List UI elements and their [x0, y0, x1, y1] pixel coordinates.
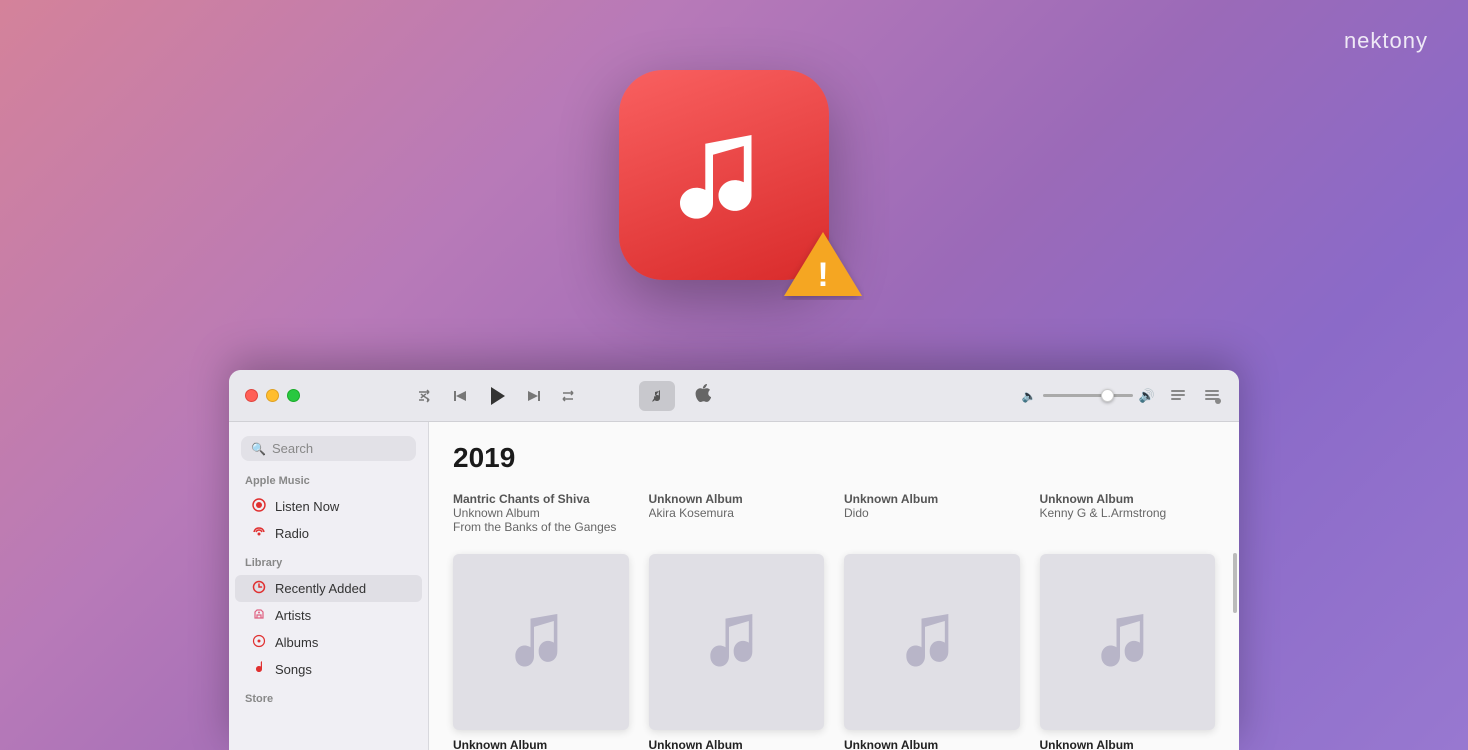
songs-label: Songs [275, 662, 312, 677]
partial-album-2[interactable]: Unknown Album Dido [844, 492, 1020, 534]
volume-thumb[interactable] [1101, 389, 1114, 402]
search-icon: 🔍 [251, 442, 266, 456]
title-bar: 🔈 🔊 [229, 370, 1239, 422]
album-0-title: Unknown Album [453, 738, 629, 750]
album-art-0 [453, 554, 629, 730]
albums-label: Albums [275, 635, 318, 650]
album-placeholder-icon-3 [1092, 607, 1162, 677]
artists-label: Artists [275, 608, 311, 623]
center-controls [639, 381, 719, 411]
apple-logo [695, 384, 711, 407]
album-art-1 [649, 554, 825, 730]
sidebar-item-radio[interactable]: Radio [235, 520, 422, 547]
partial-album-3-artist: Kenny G & L.Armstrong [1040, 506, 1216, 520]
previous-button[interactable] [450, 387, 470, 405]
music-tab-button[interactable] [639, 381, 675, 411]
scrollbar-thumb[interactable] [1233, 553, 1237, 613]
albums-icon [251, 634, 267, 651]
shuffle-button[interactable] [416, 387, 436, 405]
close-button[interactable] [245, 389, 258, 402]
warning-badge: ! [782, 228, 864, 305]
partial-album-1-title: Unknown Album [649, 492, 825, 506]
volume-max-icon: 🔊 [1139, 388, 1155, 404]
partial-albums-row: Mantric Chants of Shiva Unknown Album Fr… [453, 492, 1215, 534]
queue-button[interactable] [1201, 385, 1223, 407]
recently-added-label: Recently Added [275, 581, 366, 596]
radio-label: Radio [275, 526, 309, 541]
album-1-title: Unknown Album [649, 738, 825, 750]
search-bar[interactable]: 🔍 Search [241, 436, 416, 461]
partial-album-0-extra: From the Banks of the Ganges [453, 520, 629, 534]
app-icon-container: ! [619, 70, 849, 300]
volume-control: 🔈 🔊 [1022, 388, 1155, 404]
partial-album-1[interactable]: Unknown Album Akira Kosemura [649, 492, 825, 534]
partial-album-1-artist: Akira Kosemura [649, 506, 825, 520]
library-section-label: Library [229, 557, 428, 575]
partial-album-3-title: Unknown Album [1040, 492, 1216, 506]
store-section-label: Store [229, 693, 428, 711]
partial-album-0-subtitle: Mantric Chants of Shiva [453, 492, 629, 506]
nektony-watermark: nektony [1344, 28, 1428, 54]
volume-min-icon: 🔈 [1022, 389, 1037, 403]
main-content: 2019 Mantric Chants of Shiva Unknown Alb… [429, 422, 1239, 750]
music-window: 🔈 🔊 [229, 370, 1239, 750]
sidebar-item-listen-now[interactable]: Listen Now [235, 493, 422, 520]
partial-album-3[interactable]: Unknown Album Kenny G & L.Armstrong [1040, 492, 1216, 534]
scrollbar-track[interactable] [1231, 422, 1239, 750]
warning-triangle-icon: ! [782, 228, 864, 300]
radio-icon [251, 525, 267, 542]
recently-added-icon [251, 580, 267, 597]
playback-controls [416, 383, 578, 409]
album-2-title: Unknown Album [844, 738, 1020, 750]
album-placeholder-icon-1 [701, 607, 771, 677]
album-art-2 [844, 554, 1020, 730]
play-button[interactable] [484, 383, 510, 409]
album-3-title: Unknown Album [1040, 738, 1216, 750]
album-grid: Unknown Album Library Tapes Unknown Albu… [453, 554, 1215, 750]
partial-album-0-title: Unknown Album [453, 506, 629, 520]
year-title: 2019 [453, 442, 1215, 474]
music-note-icon [669, 124, 779, 234]
songs-icon [251, 661, 267, 678]
album-item-3[interactable]: Unknown Album Oskar Schuster [1040, 554, 1216, 750]
album-item-2[interactable]: Unknown Album Moby [844, 554, 1020, 750]
traffic-lights [245, 389, 300, 402]
svg-text:!: ! [817, 256, 828, 294]
listen-now-label: Listen Now [275, 499, 339, 514]
apple-music-section-label: Apple Music [229, 475, 428, 493]
window-content: 🔍 Search Apple Music Listen Now [229, 422, 1239, 750]
next-button[interactable] [524, 387, 544, 405]
right-controls: 🔈 🔊 [1022, 385, 1223, 407]
partial-album-0[interactable]: Mantric Chants of Shiva Unknown Album Fr… [453, 492, 629, 534]
partial-album-2-artist: Dido [844, 506, 1020, 520]
album-placeholder-icon-2 [897, 607, 967, 677]
volume-track[interactable] [1043, 394, 1133, 397]
sidebar-item-albums[interactable]: Albums [235, 629, 422, 656]
sidebar-item-recently-added[interactable]: Recently Added [235, 575, 422, 602]
partial-album-2-title: Unknown Album [844, 492, 1020, 506]
listen-now-icon [251, 498, 267, 515]
sidebar-item-songs[interactable]: Songs [235, 656, 422, 683]
lyrics-button[interactable] [1167, 385, 1189, 407]
album-item-0[interactable]: Unknown Album Library Tapes [453, 554, 629, 750]
album-placeholder-icon-0 [506, 607, 576, 677]
sidebar-item-artists[interactable]: Artists [235, 602, 422, 629]
search-placeholder: Search [272, 441, 313, 456]
artists-icon [251, 607, 267, 624]
repeat-button[interactable] [558, 387, 578, 405]
maximize-button[interactable] [287, 389, 300, 402]
album-item-1[interactable]: Unknown Album Michael Jackson [649, 554, 825, 750]
album-art-3 [1040, 554, 1216, 730]
sidebar: 🔍 Search Apple Music Listen Now [229, 422, 429, 750]
minimize-button[interactable] [266, 389, 279, 402]
